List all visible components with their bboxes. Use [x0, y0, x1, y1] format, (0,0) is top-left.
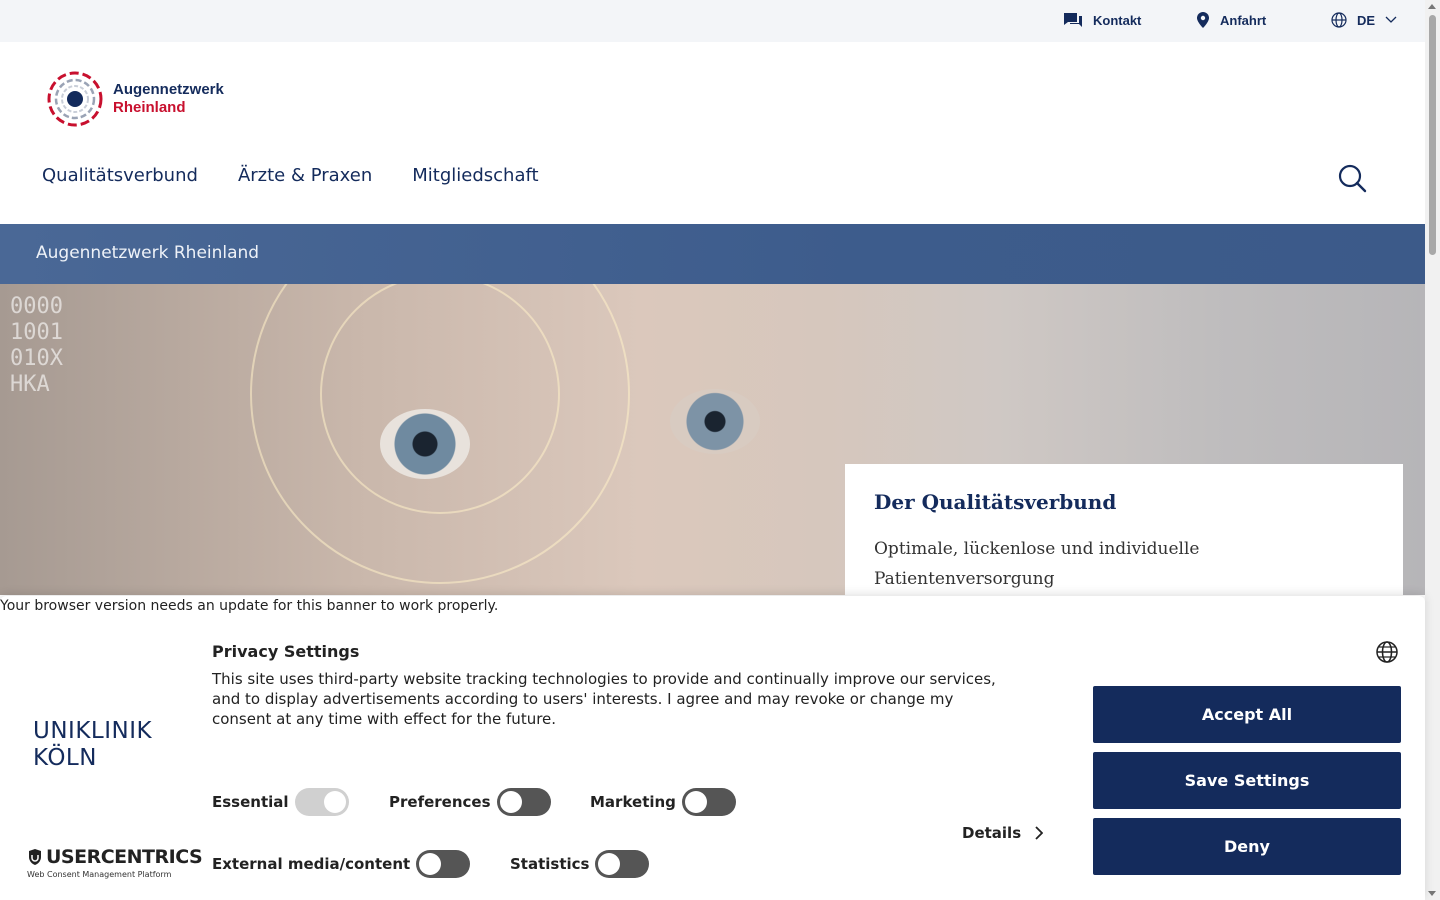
toggle-preferences[interactable]	[496, 788, 551, 816]
hero-eye-right	[670, 389, 760, 454]
details-label: Details	[962, 824, 1022, 842]
toggle-external-row: External media/content	[212, 850, 471, 878]
save-settings-button[interactable]: Save Settings	[1093, 752, 1401, 809]
toggle-essential-label: Essential	[212, 793, 289, 811]
hero-ring-inner	[320, 284, 560, 514]
nav-item-aerzte-praxen[interactable]: Ärzte & Praxen	[238, 165, 372, 186]
page-scrollbar[interactable]	[1425, 0, 1440, 900]
quality-card: Der Qualitätsverbund Optimale, lückenlos…	[845, 464, 1403, 604]
uniklinik-logo: UNIKLINIK KÖLN	[33, 718, 152, 772]
toggle-essential	[294, 788, 349, 816]
scroll-down-arrow[interactable]	[1428, 891, 1436, 896]
logo-mark-icon	[47, 71, 103, 127]
chat-icon	[1064, 13, 1082, 27]
site-logo[interactable]: Augennetzwerk Rheinland	[47, 71, 224, 127]
scroll-thumb[interactable]	[1429, 15, 1436, 255]
logo-line-1: Augennetzwerk	[113, 81, 224, 98]
globe-icon	[1376, 641, 1398, 663]
directions-label: Anfahrt	[1220, 12, 1267, 28]
scroll-up-arrow[interactable]	[1428, 4, 1436, 9]
toggle-statistics-label: Statistics	[510, 855, 590, 873]
search-button[interactable]	[1337, 163, 1367, 198]
language-label: DE	[1357, 12, 1376, 28]
usercentrics-subtitle: Web Consent Management Platform	[27, 870, 172, 879]
utility-bar: Kontakt Anfahrt DE	[0, 0, 1425, 42]
toggle-external-label: External media/content	[212, 855, 411, 873]
chevron-down-icon	[1385, 16, 1397, 23]
usercentrics-logo: USERCENTRICS Web Consent Management Plat…	[27, 846, 203, 879]
logo-line-2: Rheinland	[113, 99, 186, 116]
consent-text: This site uses third-party website track…	[212, 670, 996, 728]
directions-link[interactable]: Anfahrt	[1196, 12, 1266, 28]
toggle-preferences-label: Preferences	[389, 793, 491, 811]
consent-language-button[interactable]	[1376, 641, 1398, 668]
brand-line-1: UNIKLINIK	[33, 718, 153, 744]
hero-eye-left	[380, 409, 470, 479]
toggle-marketing[interactable]	[681, 788, 736, 816]
shield-icon	[29, 849, 41, 865]
deny-button[interactable]: Deny	[1093, 818, 1401, 875]
details-link[interactable]: Details	[962, 824, 1044, 842]
contact-label: Kontakt	[1093, 12, 1142, 28]
location-pin-icon	[1197, 12, 1209, 28]
contact-link[interactable]: Kontakt	[1063, 12, 1141, 28]
brand-line-2: KÖLN	[33, 745, 97, 771]
consent-banner: Your browser version needs an update for…	[0, 596, 1425, 900]
language-selector[interactable]: DE	[1331, 12, 1397, 28]
toggle-statistics-row: Statistics	[510, 850, 650, 878]
nav-item-qualitaetsverbund[interactable]: Qualitätsverbund	[42, 165, 198, 186]
toggle-essential-row: Essential	[212, 788, 349, 816]
toggle-preferences-row: Preferences	[389, 788, 551, 816]
search-icon	[1338, 164, 1367, 193]
globe-icon	[1331, 12, 1347, 28]
usercentrics-title: USERCENTRICS	[46, 846, 203, 868]
quality-card-text: Optimale, lückenlose und individuelle Pa…	[874, 539, 1200, 589]
site-header: Augennetzwerk Rheinland Qualitätsverbund…	[0, 42, 1425, 224]
breadcrumb: Augennetzwerk Rheinland	[0, 224, 1425, 284]
chevron-right-icon	[1035, 826, 1044, 840]
toggle-statistics[interactable]	[595, 850, 650, 878]
hero-digit-overlay: 00001001010XHKA	[10, 294, 63, 397]
toggle-marketing-label: Marketing	[590, 793, 676, 811]
browser-update-note: Your browser version needs an update for…	[0, 598, 499, 614]
main-nav: Qualitätsverbund Ärzte & Praxen Mitglied…	[42, 165, 539, 186]
quality-card-title: Der Qualitätsverbund	[874, 490, 1117, 514]
consent-title: Privacy Settings	[212, 642, 360, 661]
accept-all-button[interactable]: Accept All	[1093, 686, 1401, 743]
toggle-external[interactable]	[416, 850, 471, 878]
breadcrumb-item[interactable]: Augennetzwerk Rheinland	[36, 243, 259, 263]
nav-item-mitgliedschaft[interactable]: Mitgliedschaft	[412, 165, 538, 186]
toggle-marketing-row: Marketing	[590, 788, 736, 816]
